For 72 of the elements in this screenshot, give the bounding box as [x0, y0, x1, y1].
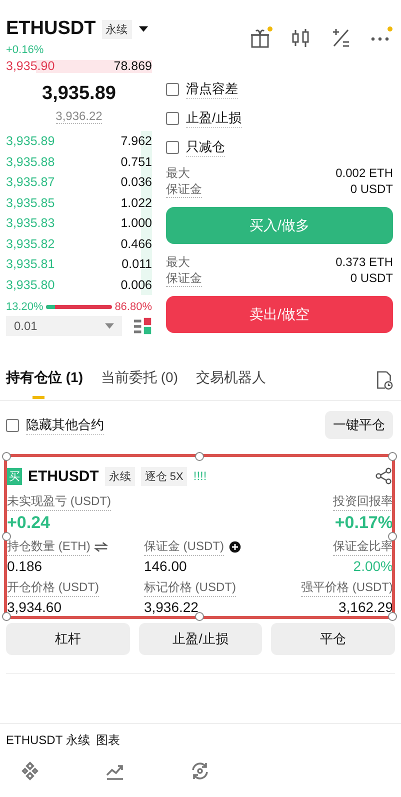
hide-others-label: 隐藏其他合约	[26, 416, 104, 434]
precision-dropdown[interactable]: 0.01	[6, 316, 122, 336]
option-label: 止盈/止损	[186, 109, 242, 128]
position-tag: 永续	[104, 466, 135, 486]
max-value: 0.373 ETH	[336, 254, 393, 270]
stat-label: 保证金 (USDT)	[144, 538, 224, 556]
exchange-icon[interactable]	[190, 761, 210, 781]
bid-row[interactable]: 3,935.82 0.466	[6, 234, 152, 254]
bid-row[interactable]: 3,935.89 7.962	[6, 131, 152, 152]
bid-row[interactable]: 3,935.85 1.022	[6, 192, 152, 213]
position-action-button[interactable]: 止盈/止损	[138, 623, 262, 655]
tab[interactable]: 交易机器人	[196, 361, 266, 399]
bid-row[interactable]: 3,935.88 0.751	[6, 152, 152, 172]
sell-button[interactable]: 卖出/做空	[166, 296, 393, 333]
bid-row[interactable]: 3,935.81 0.011	[6, 254, 152, 274]
buy-ratio: 13.20%	[6, 301, 44, 313]
caret-icon[interactable]	[138, 25, 149, 33]
position-symbol: ETHUSDT	[28, 468, 99, 484]
position-tag: 逐仓 5X	[140, 466, 188, 486]
last-price: 3,935.89	[41, 83, 117, 105]
stat-value: 0.186	[7, 558, 42, 574]
option-label: 只减仓	[186, 138, 225, 157]
max-label: 最大	[166, 165, 190, 181]
close-all-button[interactable]: 一键平仓	[325, 411, 393, 439]
sell-ratio: 86.80%	[114, 301, 152, 313]
roe-value: +0.17%	[334, 513, 393, 533]
margin-label: 保证金	[166, 181, 202, 198]
margin-value: 0 USDT	[350, 181, 393, 198]
gift-icon[interactable]	[249, 26, 273, 50]
tab[interactable]: 持有仓位 (1)	[6, 361, 83, 399]
bid-row[interactable]: 3,935.83 1.000	[6, 213, 152, 234]
ask-row[interactable]: 3,935.90 78.869	[6, 60, 152, 73]
checkbox[interactable]	[166, 112, 179, 125]
price-change: +0.16%	[6, 43, 44, 57]
bid-row[interactable]: 3,935.80 0.006	[6, 274, 152, 295]
max-label: 最大	[166, 254, 190, 270]
symbol-title[interactable]: ETHUSDT	[6, 18, 96, 40]
bid-row[interactable]: 3,935.87 0.036	[6, 172, 152, 192]
side-badge: 买	[7, 468, 22, 484]
roe-label: 投资回报率	[333, 493, 393, 511]
stat-value: 146.00	[144, 558, 187, 574]
stat-label: 标记价格 (USDT)	[144, 579, 236, 597]
margin-value: 0 USDT	[350, 270, 393, 287]
position-action-button[interactable]: 平仓	[271, 623, 396, 655]
chart-link[interactable]: 图表	[96, 732, 120, 749]
footer-symbol[interactable]: ETHUSDT 永续	[6, 732, 90, 749]
contract-tag: 永续	[102, 20, 132, 38]
history-icon[interactable]	[375, 370, 393, 390]
stat-value: 3,162.29	[338, 599, 393, 615]
pnl-label: 未实现盈亏 (USDT)	[7, 493, 111, 511]
swap-icon[interactable]	[94, 541, 108, 553]
option-label: 滑点容差	[186, 80, 238, 99]
tab[interactable]: 当前委托 (0)	[101, 361, 178, 399]
pnl-value: +0.24	[7, 513, 50, 533]
position-action-button[interactable]: 杠杆	[6, 623, 130, 655]
max-value: 0.002 ETH	[336, 165, 393, 181]
stat-value: 3,934.60	[7, 599, 62, 615]
checkbox[interactable]	[6, 418, 19, 432]
signal-marks: !!!!	[193, 469, 207, 483]
diamond-logo-icon[interactable]	[20, 761, 40, 781]
layout-icon[interactable]	[134, 317, 152, 335]
stat-value: 2.00%	[353, 558, 393, 574]
stat-label: 强平价格 (USDT)	[301, 579, 393, 597]
stat-label: 开仓价格 (USDT)	[7, 579, 99, 597]
share-icon[interactable]	[375, 467, 393, 485]
stat-value: 3,936.22	[144, 599, 198, 615]
mark-price: 3,936.22	[56, 109, 102, 124]
add-icon[interactable]	[228, 541, 242, 553]
checkbox[interactable]	[166, 83, 179, 96]
checkbox[interactable]	[166, 141, 179, 154]
margin-label: 保证金	[166, 270, 202, 287]
ratio-bar	[46, 305, 112, 309]
